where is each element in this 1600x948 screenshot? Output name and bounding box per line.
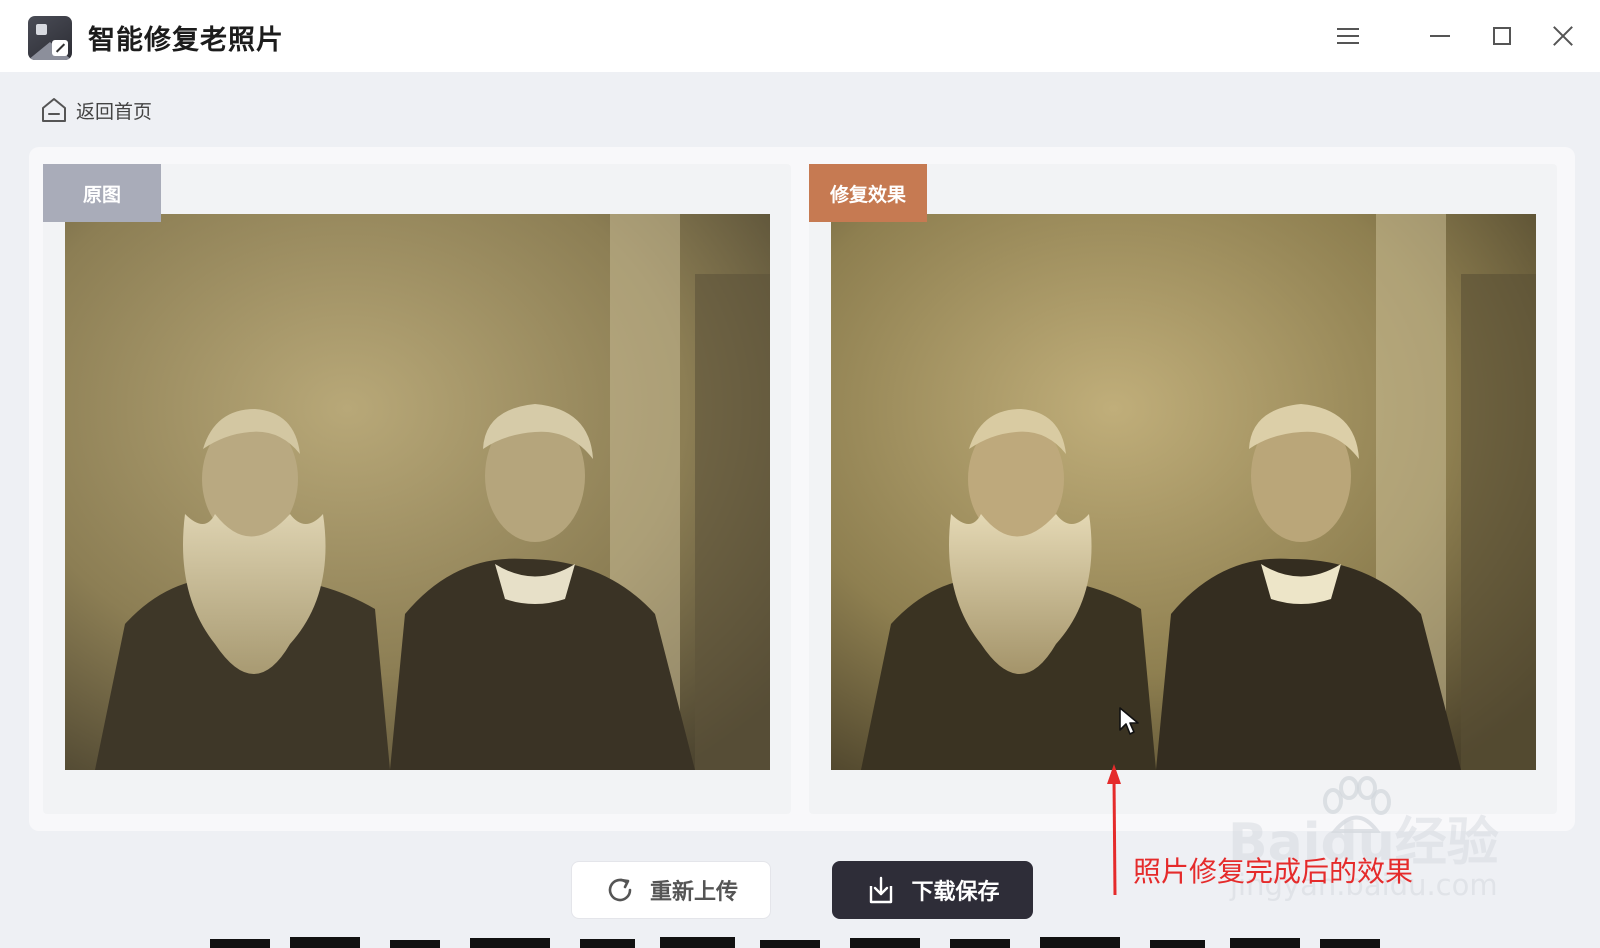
- download-label: 下载保存: [911, 880, 1000, 905]
- reupload-button[interactable]: 重新上传: [571, 861, 771, 919]
- reupload-label: 重新上传: [649, 880, 738, 905]
- restored-tag: 修复效果: [809, 164, 927, 222]
- title-bar: 智能修复老照片: [0, 0, 1600, 72]
- back-home-label: 返回首页: [76, 100, 153, 123]
- back-home-link[interactable]: 返回首页: [40, 94, 152, 126]
- original-panel: 原图: [43, 164, 791, 814]
- app-title: 智能修复老照片: [88, 25, 284, 56]
- home-icon: [42, 98, 66, 122]
- menu-button[interactable]: [1330, 18, 1366, 54]
- annotation-text: 照片修复完成后的效果: [1133, 855, 1414, 888]
- app-logo-icon: [28, 16, 72, 60]
- original-photo: [65, 214, 770, 770]
- original-tag: 原图: [43, 164, 161, 222]
- restored-photo: [831, 214, 1536, 770]
- comparison-card: 原图 修复效果: [29, 147, 1575, 831]
- download-save-button[interactable]: 下载保存: [832, 861, 1033, 919]
- download-icon: [870, 876, 893, 904]
- maximize-button[interactable]: [1484, 18, 1520, 54]
- close-button[interactable]: [1545, 18, 1581, 54]
- minimize-button[interactable]: [1422, 18, 1458, 54]
- annotation-arrow: [1107, 764, 1121, 896]
- refresh-icon: [608, 878, 632, 902]
- cropped-caption: [200, 933, 1400, 948]
- restored-panel: 修复效果: [809, 164, 1557, 814]
- cursor-icon: [1119, 707, 1139, 735]
